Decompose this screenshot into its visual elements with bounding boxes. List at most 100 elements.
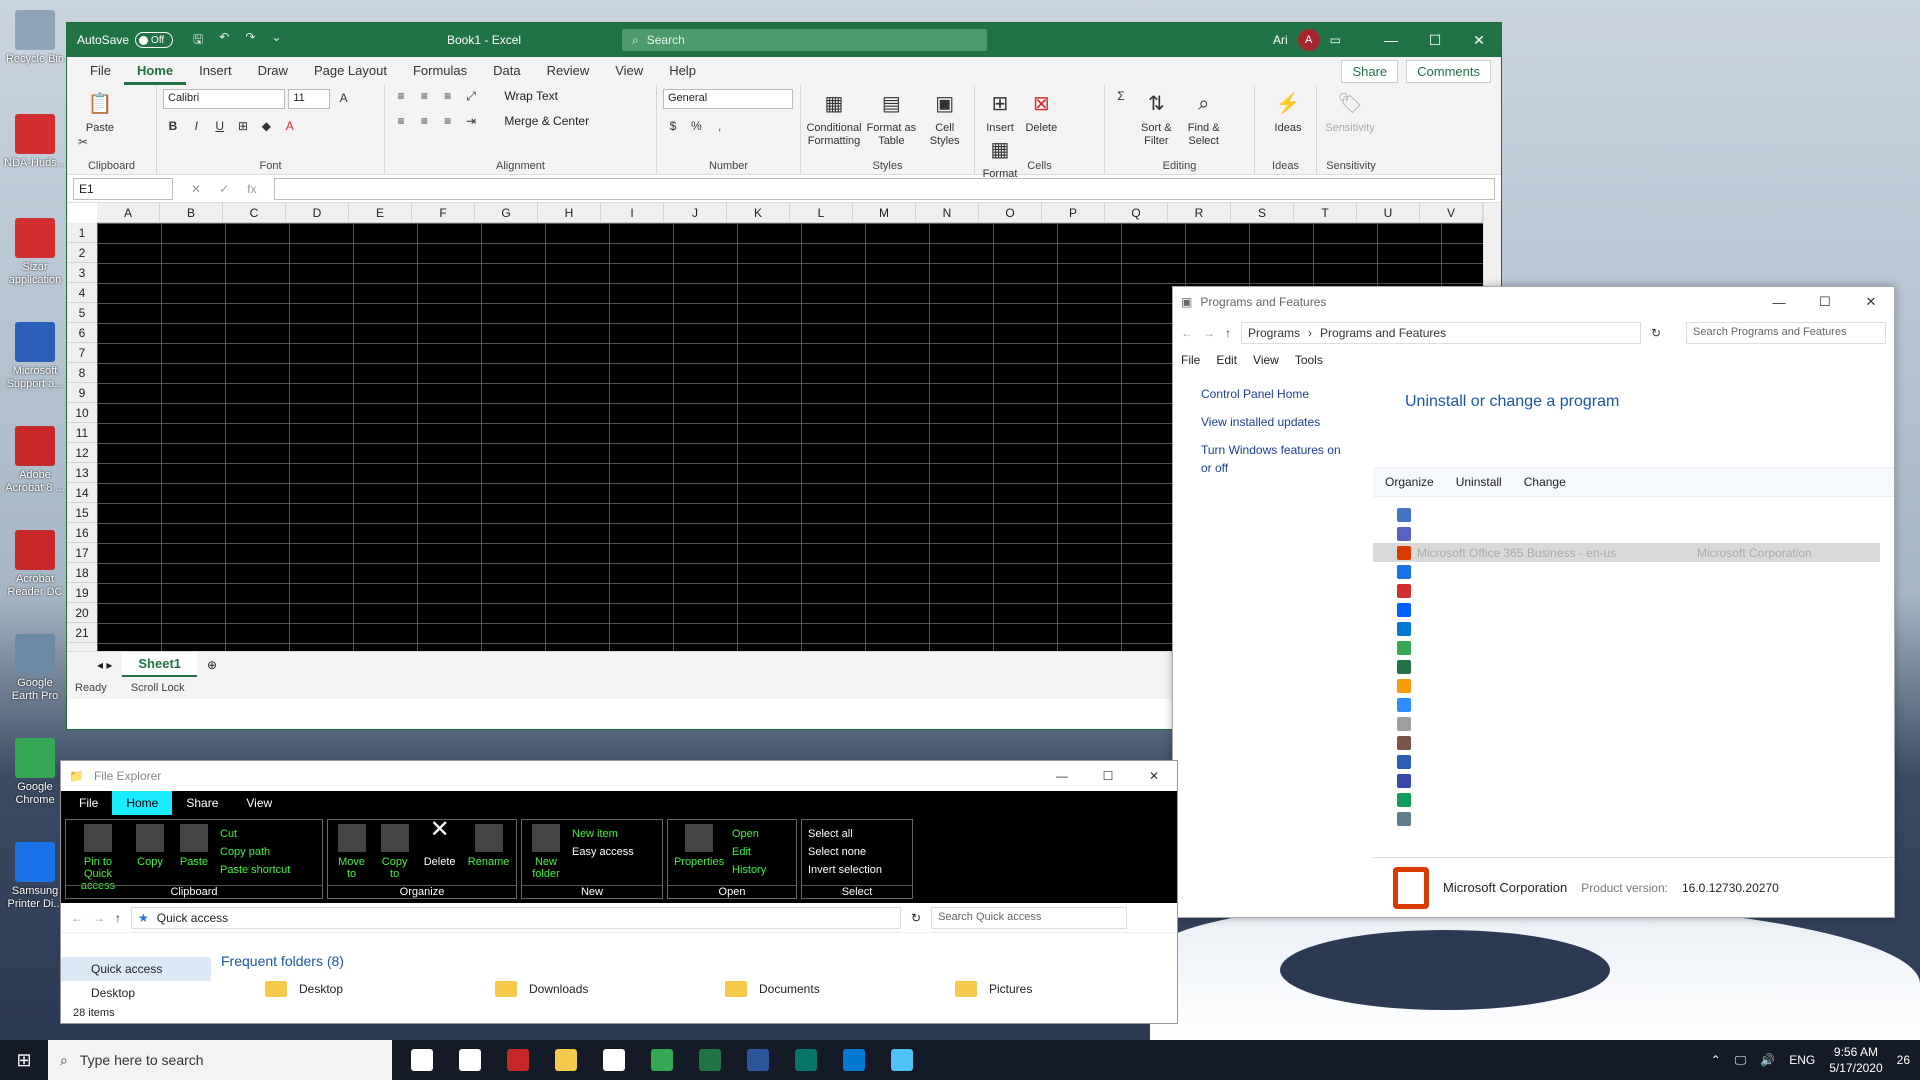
wrap-text-button[interactable]: Wrap Text bbox=[504, 89, 558, 103]
select-all-button[interactable]: Select all bbox=[808, 828, 882, 840]
tab-file[interactable]: File bbox=[65, 791, 112, 815]
column-header[interactable]: Q bbox=[1105, 203, 1168, 222]
row-header[interactable]: 4 bbox=[67, 283, 97, 303]
desktop-icon[interactable]: Recycle Bin bbox=[4, 10, 66, 66]
indent-icon[interactable]: ⇥ bbox=[461, 114, 481, 128]
control-panel-home-link[interactable]: Control Panel Home bbox=[1201, 385, 1345, 403]
menu-tools[interactable]: Tools bbox=[1295, 353, 1323, 367]
insert-cells-button[interactable]: ⊞ Insert bbox=[981, 89, 1019, 135]
format-cells-button[interactable]: ▦ Format bbox=[981, 135, 1019, 181]
italic-icon[interactable]: I bbox=[186, 119, 206, 133]
column-header[interactable]: I bbox=[601, 203, 664, 222]
taskbar-app-icon[interactable] bbox=[686, 1040, 734, 1080]
breadcrumb-programs[interactable]: Programs bbox=[1248, 326, 1300, 340]
font-color-icon[interactable]: A bbox=[280, 119, 300, 133]
align-right-icon[interactable]: ≡ bbox=[438, 114, 458, 128]
column-header[interactable]: D bbox=[286, 203, 349, 222]
program-row[interactable] bbox=[1373, 562, 1880, 581]
row-header[interactable]: 18 bbox=[67, 563, 97, 583]
forward-icon[interactable]: → bbox=[1203, 326, 1215, 340]
desktop-icon[interactable]: Sizar application bbox=[4, 218, 66, 287]
desktop-icon[interactable]: Adobe Acrobat 8 ... bbox=[4, 426, 66, 495]
grow-font-icon[interactable]: A bbox=[334, 91, 354, 105]
row-header[interactable]: 14 bbox=[67, 483, 97, 503]
row-header[interactable]: 2 bbox=[67, 243, 97, 263]
chevron-up-icon[interactable]: ⌃ bbox=[1711, 1053, 1721, 1067]
program-row[interactable] bbox=[1373, 771, 1880, 790]
program-row[interactable]: Microsoft Office 365 Business - en-us Mic… bbox=[1373, 543, 1880, 562]
taskbar-app-icon[interactable] bbox=[830, 1040, 878, 1080]
program-row[interactable] bbox=[1373, 619, 1880, 638]
taskbar-app-icon[interactable] bbox=[878, 1040, 926, 1080]
notifications-icon[interactable]: 26 bbox=[1897, 1053, 1910, 1067]
number-format-select[interactable]: General bbox=[663, 89, 793, 109]
column-header[interactable]: R bbox=[1168, 203, 1231, 222]
row-header[interactable]: 8 bbox=[67, 363, 97, 383]
invert-selection-button[interactable]: Invert selection bbox=[808, 864, 882, 876]
column-header[interactable]: K bbox=[727, 203, 790, 222]
comments-button[interactable]: Comments bbox=[1406, 60, 1491, 83]
desktop-icon[interactable]: Acrobat Reader DC bbox=[4, 530, 66, 599]
autosave-toggle[interactable]: AutoSave Off bbox=[77, 32, 174, 48]
column-header[interactable]: O bbox=[979, 203, 1042, 222]
align-left-icon[interactable]: ≡ bbox=[391, 114, 411, 128]
tab-home[interactable]: Home bbox=[123, 57, 187, 85]
program-row[interactable] bbox=[1373, 524, 1880, 543]
row-header[interactable]: 17 bbox=[67, 543, 97, 563]
refresh-icon[interactable]: ↻ bbox=[1651, 326, 1661, 340]
close-icon[interactable]: ✕ bbox=[1457, 23, 1501, 57]
orientation-icon[interactable]: ⤢ bbox=[461, 89, 481, 104]
windows-features-link[interactable]: Turn Windows features on or off bbox=[1201, 441, 1345, 477]
column-header[interactable]: U bbox=[1357, 203, 1420, 222]
taskbar-app-icon[interactable] bbox=[734, 1040, 782, 1080]
taskbar-app-icon[interactable] bbox=[446, 1040, 494, 1080]
currency-icon[interactable]: $ bbox=[663, 119, 683, 133]
pf-search-input[interactable]: Search Programs and Features bbox=[1686, 322, 1886, 344]
tab-page-layout[interactable]: Page Layout bbox=[301, 57, 400, 85]
sort-filter-button[interactable]: ⇅ Sort & Filter bbox=[1134, 89, 1178, 148]
row-header[interactable]: 11 bbox=[67, 423, 97, 443]
close-icon[interactable]: ✕ bbox=[1848, 287, 1894, 317]
font-name-select[interactable]: Calibri bbox=[163, 89, 285, 109]
row-header[interactable]: 21 bbox=[67, 623, 97, 643]
up-icon[interactable]: ↑ bbox=[115, 911, 121, 925]
view-updates-link[interactable]: View installed updates bbox=[1201, 413, 1345, 431]
menu-file[interactable]: File bbox=[1181, 353, 1200, 367]
autosave-switch[interactable]: Off bbox=[135, 32, 174, 48]
program-row[interactable] bbox=[1373, 714, 1880, 733]
paste-button[interactable]: Paste bbox=[176, 824, 212, 894]
history-button[interactable]: History bbox=[732, 864, 766, 876]
column-header[interactable]: C bbox=[223, 203, 286, 222]
percent-icon[interactable]: % bbox=[686, 119, 706, 133]
program-row[interactable] bbox=[1373, 752, 1880, 771]
folder-pictures[interactable]: Pictures bbox=[955, 981, 1065, 997]
borders-icon[interactable]: ⊞ bbox=[233, 119, 253, 133]
tab-insert[interactable]: Insert bbox=[186, 57, 245, 85]
column-header[interactable]: P bbox=[1042, 203, 1105, 222]
paste-shortcut-button[interactable]: Paste shortcut bbox=[220, 864, 290, 876]
cancel-icon[interactable]: ✕ bbox=[191, 182, 201, 196]
uninstall-button[interactable]: Uninstall bbox=[1456, 475, 1502, 489]
tab-formulas[interactable]: Formulas bbox=[400, 57, 480, 85]
frequent-folders-heading[interactable]: Frequent folders (8) bbox=[221, 953, 1157, 969]
column-header[interactable]: E bbox=[349, 203, 412, 222]
folder-documents[interactable]: Documents bbox=[725, 981, 835, 997]
pin-quick-access-button[interactable]: Pin to Quick access bbox=[72, 824, 124, 894]
comma-icon[interactable]: , bbox=[710, 119, 730, 133]
minimize-icon[interactable]: — bbox=[1369, 23, 1413, 57]
cut-button[interactable]: Cut bbox=[220, 828, 290, 840]
undo-icon[interactable]: ↶ bbox=[219, 30, 229, 51]
row-header[interactable]: 12 bbox=[67, 443, 97, 463]
clock[interactable]: 9:56 AM 5/17/2020 bbox=[1829, 1044, 1882, 1076]
organize-button[interactable]: Organize bbox=[1385, 475, 1434, 489]
font-size-select[interactable]: 11 bbox=[288, 89, 331, 109]
maximize-icon[interactable]: ☐ bbox=[1802, 287, 1848, 317]
copy-to-button[interactable]: Copy to bbox=[377, 824, 412, 894]
row-header[interactable]: 20 bbox=[67, 603, 97, 623]
desktop-icon[interactable]: Microsoft Support a... bbox=[4, 322, 66, 391]
program-row[interactable] bbox=[1373, 695, 1880, 714]
delete-cells-button[interactable]: ⊠ Delete bbox=[1022, 89, 1060, 135]
add-sheet-icon[interactable]: ⊕ bbox=[207, 658, 217, 672]
row-header[interactable]: 3 bbox=[67, 263, 97, 283]
column-header[interactable]: F bbox=[412, 203, 475, 222]
